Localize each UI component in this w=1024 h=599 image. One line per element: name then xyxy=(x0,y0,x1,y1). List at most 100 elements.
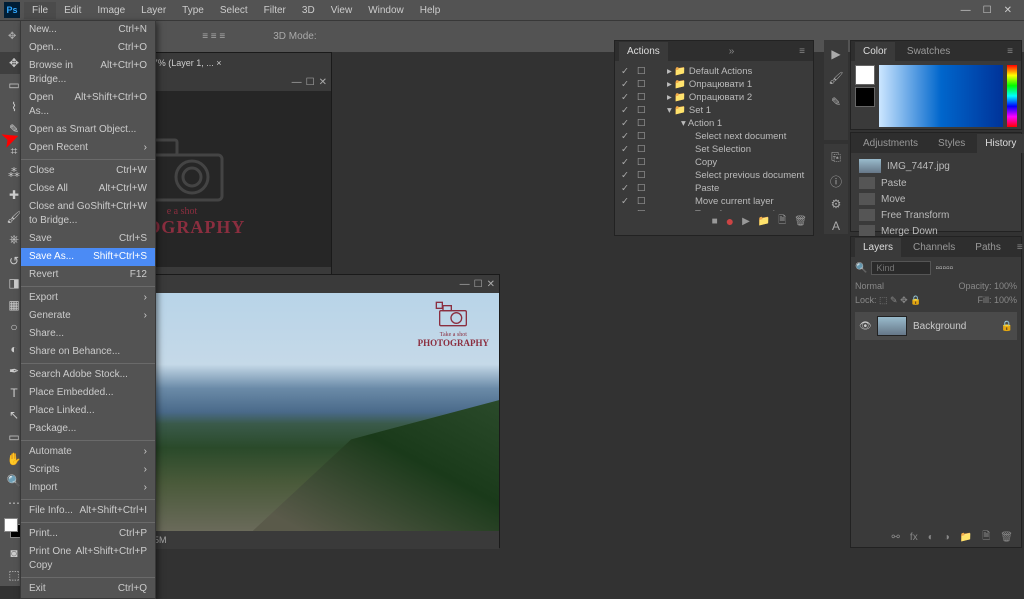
trash-icon[interactable]: 🗑 xyxy=(1000,532,1013,543)
action-row[interactable]: ✓☐▸ 📁 Опрацювати 1 xyxy=(619,78,809,91)
menu-layer[interactable]: Layer xyxy=(133,2,174,19)
play-icon[interactable]: ▶ xyxy=(742,216,750,227)
menu-item-close-all[interactable]: Close AllAlt+Ctrl+W xyxy=(21,180,155,198)
group-icon[interactable]: 📁 xyxy=(960,532,972,543)
history-row[interactable]: Move xyxy=(855,191,1017,207)
action-row[interactable]: ✓☐ Move current layer xyxy=(619,195,809,208)
minimize-icon[interactable]: — xyxy=(460,279,470,290)
menu-item-close[interactable]: CloseCtrl+W xyxy=(21,162,155,180)
hue-slider[interactable] xyxy=(1007,65,1017,127)
align-icons[interactable]: ≡ ≡ ≡ xyxy=(202,31,225,42)
menu-window[interactable]: Window xyxy=(360,2,412,19)
menu-type[interactable]: Type xyxy=(174,2,212,19)
menu-3d[interactable]: 3D xyxy=(294,2,323,19)
menu-item-open-[interactable]: Open...Ctrl+O xyxy=(21,39,155,57)
move-tool-icon[interactable]: ✥ xyxy=(8,31,16,42)
new-layer-icon[interactable]: 🗎 xyxy=(982,529,990,546)
menu-item-open-as-smart-object-[interactable]: Open as Smart Object... xyxy=(21,121,155,139)
menu-filter[interactable]: Filter xyxy=(256,2,294,19)
menu-item-exit[interactable]: ExitCtrl+Q xyxy=(21,580,155,598)
blend-mode-select[interactable]: Normal xyxy=(855,281,884,291)
link-icon[interactable]: ⚯ xyxy=(892,532,900,543)
actions-list[interactable]: ✓☐▸ 📁 Default Actions✓☐▸ 📁 Опрацювати 1✓… xyxy=(615,61,813,211)
panel-menu-icon[interactable]: ≡ xyxy=(1013,242,1024,253)
color-field[interactable] xyxy=(879,65,1003,127)
menu-item-print-[interactable]: Print...Ctrl+P xyxy=(21,525,155,543)
layer-thumbnail[interactable] xyxy=(877,316,907,336)
color-tab[interactable]: Color xyxy=(855,42,895,61)
close-icon[interactable]: ✕ xyxy=(319,77,327,88)
close-icon[interactable]: ✕ xyxy=(487,279,495,290)
maximize-icon[interactable]: ☐ xyxy=(474,279,483,290)
minimize-icon[interactable]: — xyxy=(961,5,971,16)
action-row[interactable]: ✓☐ Transform current layer xyxy=(619,208,809,211)
menu-select[interactable]: Select xyxy=(212,2,256,19)
history-list[interactable]: IMG_7447.jpgPasteMoveFree TransformMerge… xyxy=(851,153,1021,243)
action-row[interactable]: ✓☐▸ 📁 Опрацювати 2 xyxy=(619,91,809,104)
properties-icon[interactable]: ⚙ xyxy=(828,197,844,211)
menu-item-new-[interactable]: New...Ctrl+N xyxy=(21,21,155,39)
filter-icons[interactable]: ▫▫▫▫▫ xyxy=(935,263,953,274)
maximize-icon[interactable]: ☐ xyxy=(983,5,992,16)
menu-item-search-adobe-stock-[interactable]: Search Adobe Stock... xyxy=(21,366,155,384)
menu-item-share-[interactable]: Share... xyxy=(21,325,155,343)
panel-collapse-icon[interactable]: » xyxy=(725,46,739,57)
layer-filter-input[interactable] xyxy=(871,261,931,275)
brush-settings-icon[interactable]: 🖌 xyxy=(828,70,844,86)
panel-menu-icon[interactable]: ≡ xyxy=(1003,46,1017,57)
menu-item-export[interactable]: Export xyxy=(21,289,155,307)
search-icon[interactable]: 🔍 xyxy=(855,263,867,274)
menu-item-save-as-[interactable]: Save As...Shift+Ctrl+S xyxy=(21,248,155,266)
history-row[interactable]: IMG_7447.jpg xyxy=(855,157,1017,175)
menu-item-scripts[interactable]: Scripts xyxy=(21,461,155,479)
action-row[interactable]: ✓☐ Copy xyxy=(619,156,809,169)
maximize-icon[interactable]: ☐ xyxy=(306,77,315,88)
action-row[interactable]: ✓☐ Paste xyxy=(619,182,809,195)
action-row[interactable]: ✓☐▸ 📁 Default Actions xyxy=(619,65,809,78)
menu-item-package-[interactable]: Package... xyxy=(21,420,155,438)
visibility-icon[interactable]: 👁 xyxy=(859,321,871,332)
paths-tab[interactable]: Paths xyxy=(967,238,1009,257)
history-play-icon[interactable]: ▶ xyxy=(828,46,844,62)
history-row[interactable]: Free Transform xyxy=(855,207,1017,223)
menu-item-share-on-behance-[interactable]: Share on Behance... xyxy=(21,343,155,361)
fill-value[interactable]: 100% xyxy=(994,295,1017,305)
menu-item-generate[interactable]: Generate xyxy=(21,307,155,325)
action-row[interactable]: ✓☐ Set Selection xyxy=(619,143,809,156)
menu-help[interactable]: Help xyxy=(412,2,449,19)
action-row[interactable]: ✓☐▾ Action 1 xyxy=(619,117,809,130)
menu-item-open-recent[interactable]: Open Recent xyxy=(21,139,155,157)
opacity-value[interactable]: 100% xyxy=(994,281,1017,291)
trash-icon[interactable]: 🗑 xyxy=(794,216,807,227)
menu-item-browse-in-bridge-[interactable]: Browse in Bridge...Alt+Ctrl+O xyxy=(21,57,155,89)
styles-tab[interactable]: Styles xyxy=(930,134,973,153)
menu-edit[interactable]: Edit xyxy=(56,2,89,19)
menu-item-file-info-[interactable]: File Info...Alt+Shift+Ctrl+I xyxy=(21,502,155,520)
adjustments-tab[interactable]: Adjustments xyxy=(855,134,926,153)
menu-view[interactable]: View xyxy=(323,2,361,19)
layers-tab[interactable]: Layers xyxy=(855,238,901,257)
actions-tab[interactable]: Actions xyxy=(619,42,668,61)
lock-icons[interactable]: ⬚ ✎ ✥ 🔒 xyxy=(879,295,921,305)
clone-source-icon[interactable]: ⎘ xyxy=(828,150,844,165)
menu-item-import[interactable]: Import xyxy=(21,479,155,497)
new-folder-icon[interactable]: 📁 xyxy=(758,216,770,227)
menu-item-open-as-[interactable]: Open As...Alt+Shift+Ctrl+O xyxy=(21,89,155,121)
adjustment-icon[interactable]: ◑ xyxy=(944,532,950,543)
bg-swatch[interactable] xyxy=(855,87,875,107)
stop-icon[interactable]: ■ xyxy=(712,216,718,227)
action-row[interactable]: ✓☐▾ 📁 Set 1 xyxy=(619,104,809,117)
menu-item-print-one-copy[interactable]: Print One CopyAlt+Shift+Ctrl+P xyxy=(21,543,155,575)
layer-name[interactable]: Background xyxy=(913,321,966,332)
menu-item-close-and-go-to-bridge-[interactable]: Close and Go to Bridge...Shift+Ctrl+W xyxy=(21,198,155,230)
minimize-icon[interactable]: — xyxy=(292,77,302,88)
menu-image[interactable]: Image xyxy=(89,2,133,19)
lock-icon[interactable]: 🔒 xyxy=(1001,321,1013,332)
color-picker[interactable] xyxy=(851,61,1021,131)
fg-swatch[interactable] xyxy=(855,65,875,85)
close-icon[interactable]: ✕ xyxy=(1004,5,1012,16)
mask-icon[interactable]: ◐ xyxy=(928,532,934,543)
action-row[interactable]: ✓☐ Select previous document xyxy=(619,169,809,182)
history-row[interactable]: Paste xyxy=(855,175,1017,191)
fx-icon[interactable]: fx xyxy=(910,532,918,543)
